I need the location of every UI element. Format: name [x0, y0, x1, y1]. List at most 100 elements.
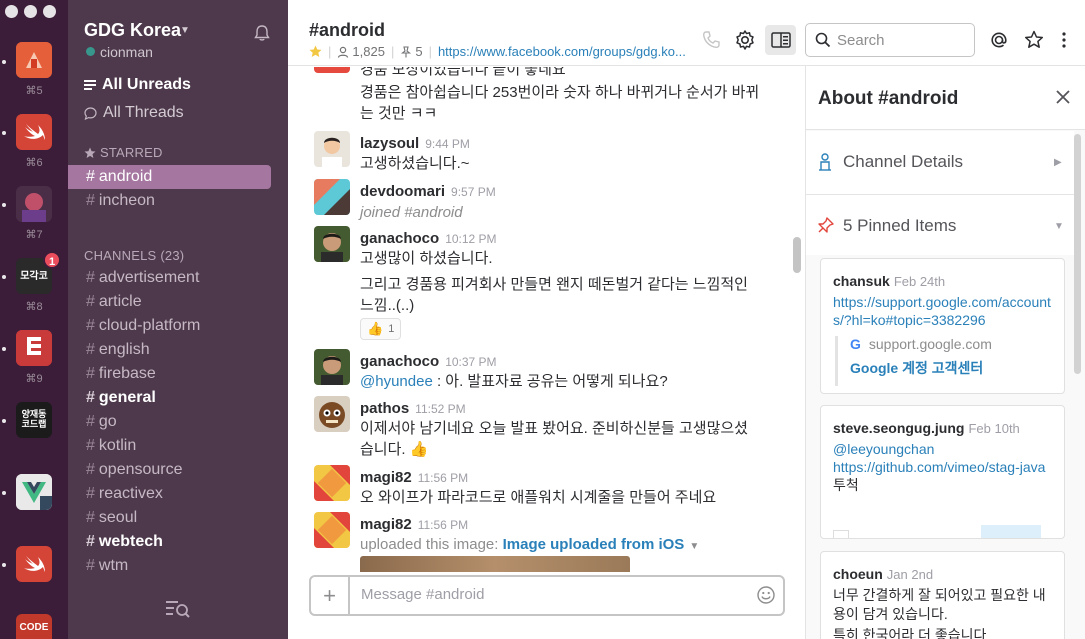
sidebar-panel-icon	[770, 32, 791, 48]
workspace-7[interactable]	[16, 474, 52, 510]
more-options-icon[interactable]	[1053, 29, 1075, 51]
channel-topic-link[interactable]: https://www.facebook.com/groups/gdg.ko..…	[438, 44, 686, 59]
pin-author[interactable]: choeun	[833, 566, 883, 582]
sidebar-item-cloud-platform[interactable]: # cloud-platform	[68, 314, 288, 338]
zoom-window-button[interactable]	[43, 5, 56, 18]
message-input[interactable]: Message #android	[361, 586, 484, 603]
uploaded-image-preview[interactable]	[360, 556, 630, 572]
close-window-button[interactable]	[5, 5, 18, 18]
message-author[interactable]: lazysoul 9:44 PM	[360, 135, 470, 152]
reaction-button[interactable]: 👍 1	[360, 318, 402, 340]
message-timestamp[interactable]: 11:56 PM	[418, 518, 468, 532]
sidebar-item-advertisement[interactable]: # advertisement	[68, 266, 288, 290]
gear-icon[interactable]	[734, 29, 756, 51]
message-composer[interactable]: + Message #android	[309, 575, 785, 616]
member-count[interactable]: 1,825	[352, 44, 385, 59]
avatar[interactable]	[314, 396, 350, 432]
avatar[interactable]	[314, 512, 350, 548]
identicon-icon	[314, 465, 350, 501]
team-name[interactable]: GDG Korea	[84, 20, 181, 41]
message-timestamp[interactable]: 11:56 PM	[418, 471, 468, 485]
all-threads-link[interactable]: All Threads	[84, 104, 184, 122]
channels-section-header[interactable]: CHANNELS (23)	[84, 248, 184, 263]
message-author[interactable]: pathos 11:52 PM	[360, 400, 466, 417]
avatar[interactable]	[314, 465, 350, 501]
close-icon[interactable]	[1054, 88, 1072, 106]
pin-mention[interactable]: @leeyoungchan	[833, 440, 1055, 458]
sidebar-item-firebase[interactable]: # firebase	[68, 362, 288, 386]
search-input[interactable]: Search	[805, 23, 975, 57]
character-avatar-icon	[314, 396, 350, 432]
avatar[interactable]	[314, 349, 350, 385]
workspace-6[interactable]: 양재동 코드랩	[16, 402, 52, 438]
channel-title[interactable]: #android	[309, 20, 385, 41]
sidebar-item-general[interactable]: # general	[68, 386, 288, 410]
message-author[interactable]: ganachoco 10:37 PM	[360, 353, 497, 370]
workspace-2[interactable]	[16, 114, 52, 150]
sidebar-item-webtech[interactable]: # webtech	[68, 530, 288, 554]
message-author[interactable]: devdoomari 9:57 PM	[360, 183, 496, 200]
channel-hash-icon: #	[86, 168, 95, 185]
sidebar-item-english[interactable]: # english	[68, 338, 288, 362]
pin-link[interactable]: https://support.google.com/accounts/?hl=…	[833, 294, 1051, 328]
message-timestamp[interactable]: 10:37 PM	[445, 355, 496, 369]
sidebar-item-incheon[interactable]: # incheon	[68, 189, 288, 213]
uploaded-image-link[interactable]: Image uploaded from iOS	[503, 536, 685, 553]
pin-author[interactable]: chansuk	[833, 273, 890, 289]
bell-icon[interactable]	[253, 24, 271, 42]
all-unreads-link[interactable]: All Unreads	[84, 76, 191, 94]
message-timestamp[interactable]: 9:44 PM	[425, 137, 470, 151]
message-author[interactable]: magi82 11:56 PM	[360, 469, 468, 486]
workspace-1[interactable]	[16, 42, 52, 78]
avatar[interactable]	[314, 131, 350, 167]
message-author[interactable]: magi82 11:56 PM	[360, 516, 468, 533]
user-name[interactable]: cionman	[100, 44, 153, 60]
pinned-items-section[interactable]: 5 Pinned Items ▼	[806, 195, 1074, 255]
starred-items-icon[interactable]	[1023, 29, 1045, 51]
message-author[interactable]: ganachoco 10:12 PM	[360, 230, 497, 247]
panel-scrollbar[interactable]	[1074, 134, 1081, 374]
channel-details-section[interactable]: Channel Details ▶	[806, 131, 1074, 195]
minimize-window-button[interactable]	[24, 5, 37, 18]
sidebar-item-reactivex[interactable]: # reactivex	[68, 482, 288, 506]
add-attachment-button[interactable]: +	[311, 577, 350, 614]
user-mention-link[interactable]: @hyundee	[360, 373, 433, 390]
workspace-8[interactable]	[16, 546, 52, 582]
message-scrollbar[interactable]	[793, 237, 801, 273]
sidebar-item-android[interactable]: # android	[68, 165, 271, 189]
unfurl-title[interactable]: Google 계정 고객센터	[850, 358, 1050, 378]
pinned-item[interactable]: choeun Jan 2nd 너무 간결하게 잘 되어있고 필요한 내용이 담겨 …	[820, 551, 1065, 639]
caret-down-icon[interactable]: ▼	[689, 541, 699, 552]
sidebar-item-go[interactable]: # go	[68, 410, 288, 434]
pin-count[interactable]: 5	[415, 44, 422, 59]
channel-hash-icon: #	[86, 269, 95, 286]
pinned-item[interactable]: chansuk Feb 24th https://support.google.c…	[820, 258, 1065, 394]
sidebar-item-kotlin[interactable]: # kotlin	[68, 434, 288, 458]
avatar[interactable]	[314, 179, 350, 215]
message-timestamp[interactable]: 11:52 PM	[415, 402, 465, 416]
emoji-icon[interactable]	[756, 585, 776, 605]
workspace-5[interactable]	[16, 330, 52, 366]
sidebar-item-opensource[interactable]: # opensource	[68, 458, 288, 482]
sidebar-item-seoul[interactable]: # seoul	[68, 506, 288, 530]
chevron-down-icon[interactable]: ▼	[180, 25, 190, 36]
mentions-at-icon[interactable]	[988, 29, 1010, 51]
avatar[interactable]	[314, 67, 350, 73]
channel-label: advertisement	[98, 269, 200, 286]
sidebar-item-article[interactable]: # article	[68, 290, 288, 314]
call-icon[interactable]	[700, 29, 722, 51]
channel-details-toggle-button[interactable]	[765, 25, 796, 55]
avatar[interactable]	[314, 226, 350, 262]
sidebar-item-wtm[interactable]: # wtm	[68, 554, 288, 578]
link-unfurl[interactable]: Gsupport.google.com Google 계정 고객센터	[835, 336, 1050, 386]
quick-switcher-icon[interactable]	[165, 598, 191, 620]
star-filled-icon[interactable]	[309, 45, 322, 58]
pin-link[interactable]: https://github.com/vimeo/stag-java	[833, 458, 1055, 476]
workspace-9[interactable]: CODE	[16, 614, 52, 639]
message-timestamp[interactable]: 9:57 PM	[451, 185, 496, 199]
starred-section-header[interactable]: STARRED	[84, 145, 163, 160]
message-timestamp[interactable]: 10:12 PM	[445, 232, 496, 246]
workspace-3[interactable]	[16, 186, 52, 222]
pin-author[interactable]: steve.seongug.jung	[833, 420, 964, 436]
pinned-item[interactable]: steve.seongug.jung Feb 10th @leeyoungchan…	[820, 405, 1065, 539]
